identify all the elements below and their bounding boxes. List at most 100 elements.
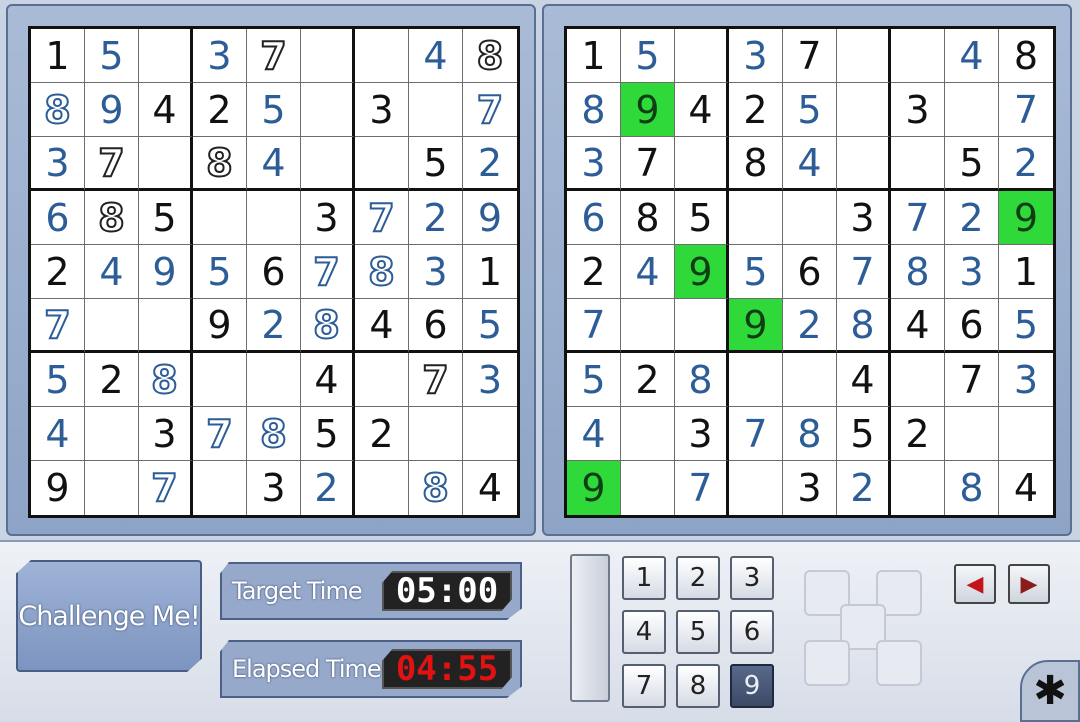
left-grid-cell[interactable] [301,83,355,137]
number-key-4[interactable]: 4 [622,610,666,654]
left-grid-cell[interactable]: 7 [247,29,301,83]
left-grid-cell[interactable]: 3 [247,461,301,515]
right-grid-cell[interactable]: 6 [945,299,999,353]
left-grid-cell[interactable]: 9 [85,83,139,137]
number-key-5[interactable]: 5 [676,610,720,654]
right-grid-cell[interactable]: 3 [783,461,837,515]
right-grid-cell[interactable]: 5 [783,83,837,137]
right-grid-cell[interactable]: 2 [783,299,837,353]
left-grid-cell[interactable]: 7 [85,137,139,191]
right-grid-cell[interactable] [891,461,945,515]
left-grid-cell[interactable]: 2 [31,245,85,299]
right-grid-cell[interactable]: 4 [621,245,675,299]
right-grid-cell[interactable] [621,299,675,353]
right-grid-cell[interactable]: 4 [999,461,1053,515]
left-grid-cell[interactable]: 2 [85,353,139,407]
left-grid-cell[interactable]: 5 [139,191,193,245]
left-grid-cell[interactable]: 8 [85,191,139,245]
left-grid-cell[interactable]: 3 [31,137,85,191]
right-grid-cell[interactable]: 1 [999,245,1053,299]
left-grid-cell[interactable]: 6 [409,299,463,353]
left-grid-cell[interactable]: 3 [139,407,193,461]
right-grid-cell[interactable]: 8 [621,191,675,245]
left-grid-cell[interactable]: 9 [193,299,247,353]
right-grid-cell[interactable] [783,191,837,245]
right-grid-cell[interactable] [621,407,675,461]
left-grid-cell[interactable]: 2 [355,407,409,461]
right-grid-cell[interactable]: 4 [675,83,729,137]
right-grid-cell[interactable] [729,191,783,245]
left-grid-cell[interactable]: 4 [463,461,517,515]
right-grid-cell[interactable]: 3 [567,137,621,191]
number-key-6[interactable]: 6 [730,610,774,654]
right-grid-cell[interactable]: 5 [621,29,675,83]
left-grid-cell[interactable] [355,29,409,83]
left-grid-cell[interactable] [193,353,247,407]
left-grid-cell[interactable]: 3 [301,191,355,245]
right-grid-cell[interactable] [837,83,891,137]
left-grid-cell[interactable]: 2 [247,299,301,353]
right-grid-cell[interactable]: 8 [999,29,1053,83]
left-grid-cell[interactable] [247,353,301,407]
left-grid-cell[interactable]: 8 [193,137,247,191]
left-grid-cell[interactable]: 8 [31,83,85,137]
right-grid-cell[interactable]: 5 [999,299,1053,353]
right-grid-cell[interactable]: 9 [999,191,1053,245]
right-grid-cell[interactable]: 5 [567,353,621,407]
left-grid-cell[interactable]: 8 [355,245,409,299]
right-grid-cell[interactable]: 2 [999,137,1053,191]
left-grid-cell[interactable] [85,461,139,515]
left-grid-cell[interactable]: 5 [409,137,463,191]
left-grid-cell[interactable]: 4 [301,353,355,407]
right-grid-cell[interactable]: 9 [675,245,729,299]
left-grid-cell[interactable]: 6 [31,191,85,245]
number-key-8[interactable]: 8 [676,664,720,708]
left-grid-cell[interactable]: 5 [463,299,517,353]
right-grid-cell[interactable] [621,461,675,515]
right-grid-cell[interactable]: 3 [945,245,999,299]
number-key-9[interactable]: 9 [730,664,774,708]
left-grid-cell[interactable]: 4 [247,137,301,191]
right-grid-cell[interactable] [675,299,729,353]
right-grid-cell[interactable]: 3 [891,83,945,137]
left-grid-cell[interactable] [409,83,463,137]
left-grid-cell[interactable] [355,461,409,515]
right-grid-cell[interactable] [675,137,729,191]
left-grid-cell[interactable]: 7 [139,461,193,515]
right-grid-cell[interactable]: 7 [729,407,783,461]
right-grid-cell[interactable]: 7 [837,245,891,299]
number-key-7[interactable]: 7 [622,664,666,708]
right-grid-cell[interactable]: 5 [945,137,999,191]
right-grid-cell[interactable]: 9 [621,83,675,137]
right-grid-cell[interactable]: 4 [567,407,621,461]
left-grid-cell[interactable] [139,137,193,191]
left-grid-cell[interactable] [409,407,463,461]
left-grid-cell[interactable]: 5 [301,407,355,461]
left-grid-cell[interactable]: 2 [301,461,355,515]
left-grid-cell[interactable]: 8 [301,299,355,353]
right-grid-cell[interactable]: 8 [567,83,621,137]
right-grid-cell[interactable]: 8 [891,245,945,299]
left-grid-cell[interactable]: 8 [139,353,193,407]
left-grid-cell[interactable]: 9 [139,245,193,299]
right-grid-cell[interactable]: 6 [783,245,837,299]
left-grid-cell[interactable] [247,191,301,245]
right-grid-cell[interactable]: 7 [783,29,837,83]
left-grid-cell[interactable] [463,407,517,461]
left-grid-cell[interactable]: 6 [247,245,301,299]
next-button[interactable]: ▶ [1008,564,1050,604]
right-grid-cell[interactable]: 6 [567,191,621,245]
left-grid-cell[interactable]: 3 [409,245,463,299]
right-grid-cell[interactable]: 9 [729,299,783,353]
challenge-me-button[interactable]: Challenge Me! [16,560,202,672]
left-grid-cell[interactable] [355,353,409,407]
number-key-3[interactable]: 3 [730,556,774,600]
right-grid-cell[interactable] [837,137,891,191]
left-grid-cell[interactable]: 7 [355,191,409,245]
right-grid-cell[interactable]: 7 [891,191,945,245]
right-grid-cell[interactable]: 8 [729,137,783,191]
right-grid-cell[interactable]: 7 [567,299,621,353]
right-grid-cell[interactable] [783,353,837,407]
right-grid-cell[interactable] [891,29,945,83]
right-grid-cell[interactable] [891,353,945,407]
